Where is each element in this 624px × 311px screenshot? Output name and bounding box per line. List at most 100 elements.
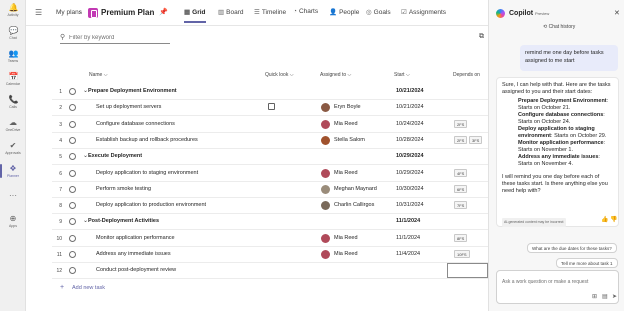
column-header-depends-on[interactable]: Depends on bbox=[453, 72, 480, 78]
complete-checkbox[interactable] bbox=[69, 169, 76, 177]
assignee-name[interactable]: Mia Reed bbox=[334, 121, 358, 127]
tab-goals[interactable]: ◎ Goals bbox=[366, 8, 391, 16]
bucket-name[interactable]: Prepare Deployment Environment bbox=[88, 88, 177, 94]
complete-checkbox[interactable] bbox=[69, 267, 76, 275]
thumbs-down-icon[interactable]: 👎 bbox=[610, 217, 617, 224]
close-icon[interactable]: ✕ bbox=[614, 9, 620, 17]
quick-look-icon[interactable] bbox=[268, 103, 275, 111]
start-date[interactable]: 10/30/2024 bbox=[396, 186, 424, 192]
complete-checkbox[interactable] bbox=[69, 136, 76, 144]
dependency-badge[interactable]: 2FS bbox=[454, 119, 468, 128]
bucket-name[interactable]: Execute Deployment bbox=[88, 153, 142, 159]
dependency-badge[interactable]: 8FS bbox=[454, 233, 468, 242]
task-name[interactable]: Perform smoke testing bbox=[96, 186, 151, 192]
dependency-badge[interactable]: 10FS bbox=[454, 250, 470, 258]
complete-checkbox[interactable] bbox=[69, 153, 76, 161]
tab-grid[interactable]: ▦ Grid bbox=[184, 8, 206, 23]
tab-assignments[interactable]: ☑ Assignments bbox=[401, 8, 446, 16]
chevron-down-icon[interactable]: ⌵ bbox=[147, 9, 152, 16]
start-date[interactable]: 10/21/2024 bbox=[396, 88, 424, 94]
task-row[interactable]: 7 Perform smoke testing Meghan Maynard 10/3… bbox=[52, 182, 488, 198]
tab-timeline[interactable]: ☰ Timeline bbox=[254, 8, 286, 16]
column-header-quick-look[interactable]: Quick look ⌵ bbox=[265, 72, 294, 78]
tab-people[interactable]: 👤 People bbox=[329, 8, 359, 16]
task-row[interactable]: 8 Deploy application to production enviro… bbox=[52, 198, 488, 215]
compose-input[interactable] bbox=[502, 277, 615, 286]
attach-icon[interactable]: ⊞ bbox=[592, 293, 597, 300]
complete-checkbox[interactable] bbox=[69, 202, 76, 210]
rail-item-planner[interactable]: ❖ Planner bbox=[0, 164, 26, 178]
rail-item-teams[interactable]: 👥 Teams bbox=[0, 49, 26, 63]
menu-icon[interactable]: ☰ bbox=[35, 8, 44, 17]
complete-checkbox[interactable] bbox=[69, 104, 76, 112]
rail-item-calls[interactable]: 📞 Calls bbox=[0, 95, 26, 109]
task-name[interactable]: Deploy application to production environ… bbox=[96, 202, 206, 208]
start-date[interactable]: 10/29/2024 bbox=[396, 153, 424, 159]
task-name[interactable]: Monitor application performance bbox=[96, 235, 175, 241]
assignee-name[interactable]: Stella Salom bbox=[334, 137, 365, 143]
complete-checkbox[interactable] bbox=[69, 88, 76, 95]
task-name[interactable]: Set up deployment servers bbox=[96, 104, 161, 110]
complete-checkbox[interactable] bbox=[69, 251, 76, 258]
start-date[interactable]: 10/31/2024 bbox=[396, 202, 424, 208]
bucket-row[interactable]: 5 ⌄ Execute Deployment 10/29/2024 bbox=[52, 149, 488, 166]
dependency-badge[interactable]: 3FS bbox=[469, 135, 483, 144]
depends-on-cell-selected[interactable] bbox=[447, 263, 488, 279]
complete-checkbox[interactable] bbox=[69, 120, 76, 128]
assignee-name[interactable]: Mia Reed bbox=[334, 170, 358, 176]
start-date[interactable]: 11/1/2024 bbox=[396, 218, 420, 224]
task-name[interactable]: Configure database connections bbox=[96, 121, 175, 127]
task-name[interactable]: Establish backup and rollback procedures bbox=[96, 137, 198, 143]
column-header-assigned-to[interactable]: Assigned to ⌵ bbox=[320, 72, 351, 78]
chat-history-button[interactable]: ⟲ Chat history bbox=[543, 24, 575, 30]
assignee-name[interactable]: Meghan Maynard bbox=[334, 186, 377, 192]
task-row[interactable]: 6 Deploy application to staging environme… bbox=[52, 166, 488, 182]
assignee-name[interactable]: Eryn Boyle bbox=[334, 104, 361, 110]
task-row[interactable]: 4 Establish backup and rollback procedure… bbox=[52, 133, 488, 149]
dependency-badge[interactable]: 7FS bbox=[454, 201, 468, 210]
thumbs-up-icon[interactable]: 👍 bbox=[601, 217, 608, 224]
suggestion-chip-due-dates[interactable]: What are the due dates for these tasks? bbox=[527, 243, 617, 253]
start-date[interactable]: 10/28/2024 bbox=[396, 137, 424, 143]
dependency-badge[interactable]: 6FS bbox=[454, 184, 468, 193]
tab-charts[interactable]: ◔ Charts bbox=[293, 8, 318, 15]
filter-input[interactable] bbox=[69, 32, 169, 43]
task-row[interactable]: 11 Address any immediate issues Mia Reed 11… bbox=[52, 247, 488, 263]
add-icon[interactable]: + bbox=[60, 284, 64, 291]
assignee-name[interactable]: Mia Reed bbox=[334, 251, 358, 257]
rail-item-more[interactable]: ··· bbox=[0, 191, 26, 200]
assignee-name[interactable]: Mia Reed bbox=[334, 235, 358, 241]
dependency-badge[interactable]: 4FS bbox=[454, 168, 468, 177]
send-icon[interactable]: ➤ bbox=[612, 293, 617, 300]
start-date[interactable]: 10/21/2024 bbox=[396, 104, 424, 110]
rail-item-activity[interactable]: 🔔 Activity bbox=[0, 3, 26, 17]
tab-board[interactable]: ▥ Board bbox=[218, 8, 244, 16]
rail-item-apps[interactable]: ⊕ Apps bbox=[0, 214, 26, 228]
start-date[interactable]: 11/4/2024 bbox=[396, 251, 420, 257]
bucket-row[interactable]: 9 ⌄ Post-Deployment Activities 11/1/2024 bbox=[52, 214, 488, 231]
task-name[interactable]: Address any immediate issues bbox=[96, 251, 171, 257]
pin-icon[interactable]: 📌 bbox=[159, 8, 168, 16]
complete-checkbox[interactable] bbox=[69, 218, 76, 226]
assignee-name[interactable]: Charlin Callirgos bbox=[334, 202, 374, 208]
task-name[interactable]: Deploy application to staging environmen… bbox=[96, 170, 198, 176]
prompt-guide-icon[interactable]: ▤ bbox=[602, 293, 608, 300]
toolbar-options-icon[interactable]: ⧉ bbox=[479, 33, 484, 41]
task-row[interactable]: 12 Conduct post-deployment review bbox=[52, 263, 488, 280]
task-row[interactable]: 10 Monitor application performance Mia Ree… bbox=[52, 231, 488, 247]
rail-item-calendar[interactable]: 📅 Calendar bbox=[0, 72, 26, 86]
add-new-task-link[interactable]: Add new task bbox=[72, 285, 105, 291]
complete-checkbox[interactable] bbox=[69, 234, 76, 242]
start-date[interactable]: 11/1/2024 bbox=[396, 235, 420, 241]
rail-item-onedrive[interactable]: ☁ OneDrive bbox=[0, 118, 26, 132]
task-row[interactable]: 2 Set up deployment servers Eryn Boyle 10/2… bbox=[52, 100, 488, 117]
rail-item-chat[interactable]: 💬 Chat bbox=[0, 26, 26, 40]
complete-checkbox[interactable] bbox=[69, 185, 76, 193]
column-header-start[interactable]: Start ⌵ bbox=[394, 72, 410, 78]
bucket-row[interactable]: 1 ⌄ Prepare Deployment Environment 10/21/20… bbox=[52, 84, 488, 100]
column-header-name[interactable]: Name ⌵ bbox=[89, 72, 108, 78]
rail-item-approvals[interactable]: ✔ Approvals bbox=[0, 141, 26, 155]
dependency-badge[interactable]: 2FS bbox=[454, 135, 468, 144]
bucket-name[interactable]: Post-Deployment Activities bbox=[88, 218, 159, 224]
task-row[interactable]: 3 Configure database connections Mia Reed 1… bbox=[52, 117, 488, 133]
